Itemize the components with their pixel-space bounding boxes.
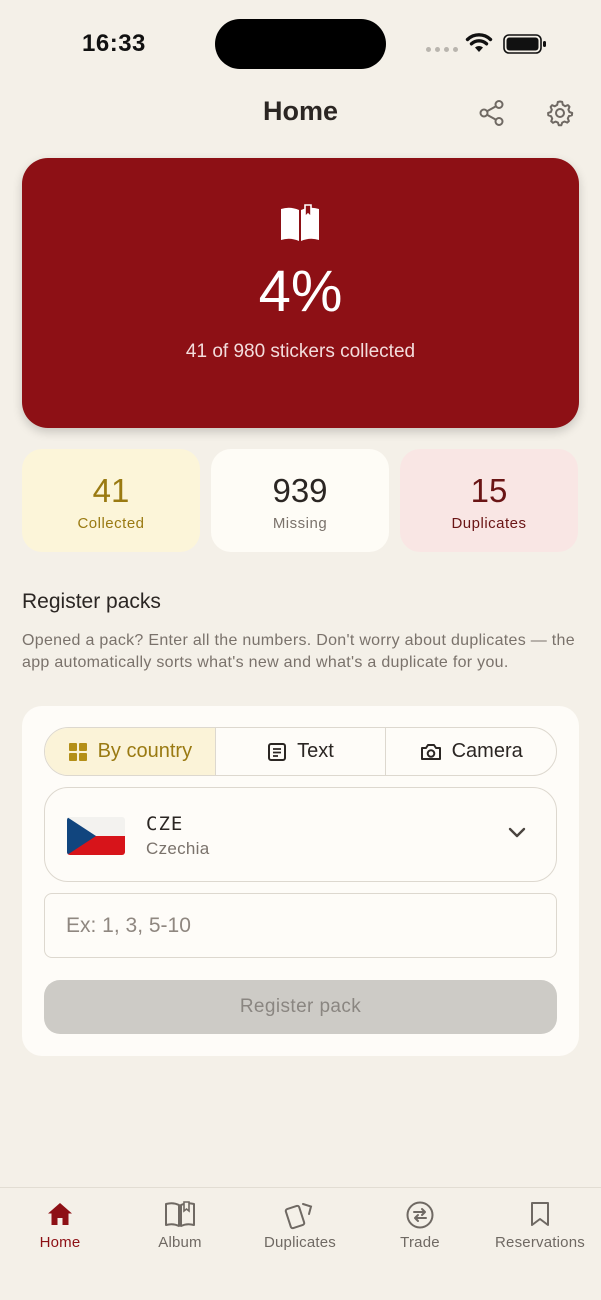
section-description: Opened a pack? Enter all the numbers. Do… xyxy=(22,632,575,671)
mode-by-country-tab[interactable]: By country xyxy=(45,728,216,775)
collected-label: Collected xyxy=(77,515,145,532)
tab-duplicates[interactable]: Duplicates xyxy=(240,1188,360,1268)
bookmark-icon xyxy=(531,1202,549,1226)
mode-camera-label: Camera xyxy=(451,740,523,762)
chevron-down-icon xyxy=(508,827,526,838)
open-book-icon xyxy=(281,204,319,241)
grid-icon xyxy=(68,742,87,761)
share-button[interactable] xyxy=(472,93,512,133)
mode-by-country-label: By country xyxy=(97,740,193,762)
country-code: CZE xyxy=(146,813,184,835)
cards-icon xyxy=(284,1203,313,1230)
camera-icon xyxy=(420,743,441,760)
share-icon xyxy=(479,100,504,126)
sticker-numbers-input[interactable] xyxy=(44,893,557,958)
tab-trade-label: Trade xyxy=(400,1234,440,1251)
document-icon xyxy=(268,742,287,761)
input-mode-segmented-control: By country Text Camera xyxy=(44,727,557,776)
country-selector[interactable]: CZE Czechia xyxy=(44,787,557,882)
cellular-signal-icon xyxy=(426,47,458,52)
tab-trade[interactable]: Trade xyxy=(360,1188,480,1268)
duplicates-count: 15 xyxy=(470,472,508,509)
missing-count: 939 xyxy=(272,472,328,509)
tab-reservations-label: Reservations xyxy=(495,1234,585,1251)
collection-summary: 41 of 980 stickers collected xyxy=(185,341,416,362)
top-navigation-bar: Home xyxy=(0,80,601,144)
tab-album-label: Album xyxy=(158,1234,202,1251)
duplicates-label: Duplicates xyxy=(451,515,527,532)
missing-label: Missing xyxy=(272,515,328,532)
section-title: Register packs xyxy=(22,590,161,613)
register-pack-button[interactable]: Register pack xyxy=(44,980,557,1034)
dynamic-island xyxy=(215,19,386,69)
collection-percent: 4% xyxy=(258,259,343,324)
mode-camera-tab[interactable]: Camera xyxy=(386,728,556,775)
wifi-icon xyxy=(465,33,493,52)
tab-album[interactable]: Album xyxy=(120,1188,240,1268)
battery-icon xyxy=(503,34,546,54)
home-icon xyxy=(48,1203,72,1225)
tab-duplicates-label: Duplicates xyxy=(263,1234,337,1251)
status-bar: 16:33 xyxy=(0,0,601,80)
mode-text-tab[interactable]: Text xyxy=(216,728,387,775)
settings-button[interactable] xyxy=(540,93,580,133)
tab-home-label: Home xyxy=(39,1234,81,1251)
collected-count: 41 xyxy=(92,472,130,509)
mode-text-label: Text xyxy=(297,740,334,762)
tab-reservations[interactable]: Reservations xyxy=(480,1188,600,1268)
book-icon xyxy=(165,1201,195,1227)
swap-icon xyxy=(406,1201,434,1229)
status-time: 16:33 xyxy=(82,30,146,57)
country-name: Czechia xyxy=(146,839,210,858)
czech-flag-icon xyxy=(67,817,125,855)
bottom-tab-bar: Home Album Duplicates Trade Reservations xyxy=(0,1187,601,1300)
tab-home[interactable]: Home xyxy=(0,1188,120,1268)
gear-icon xyxy=(547,100,574,127)
